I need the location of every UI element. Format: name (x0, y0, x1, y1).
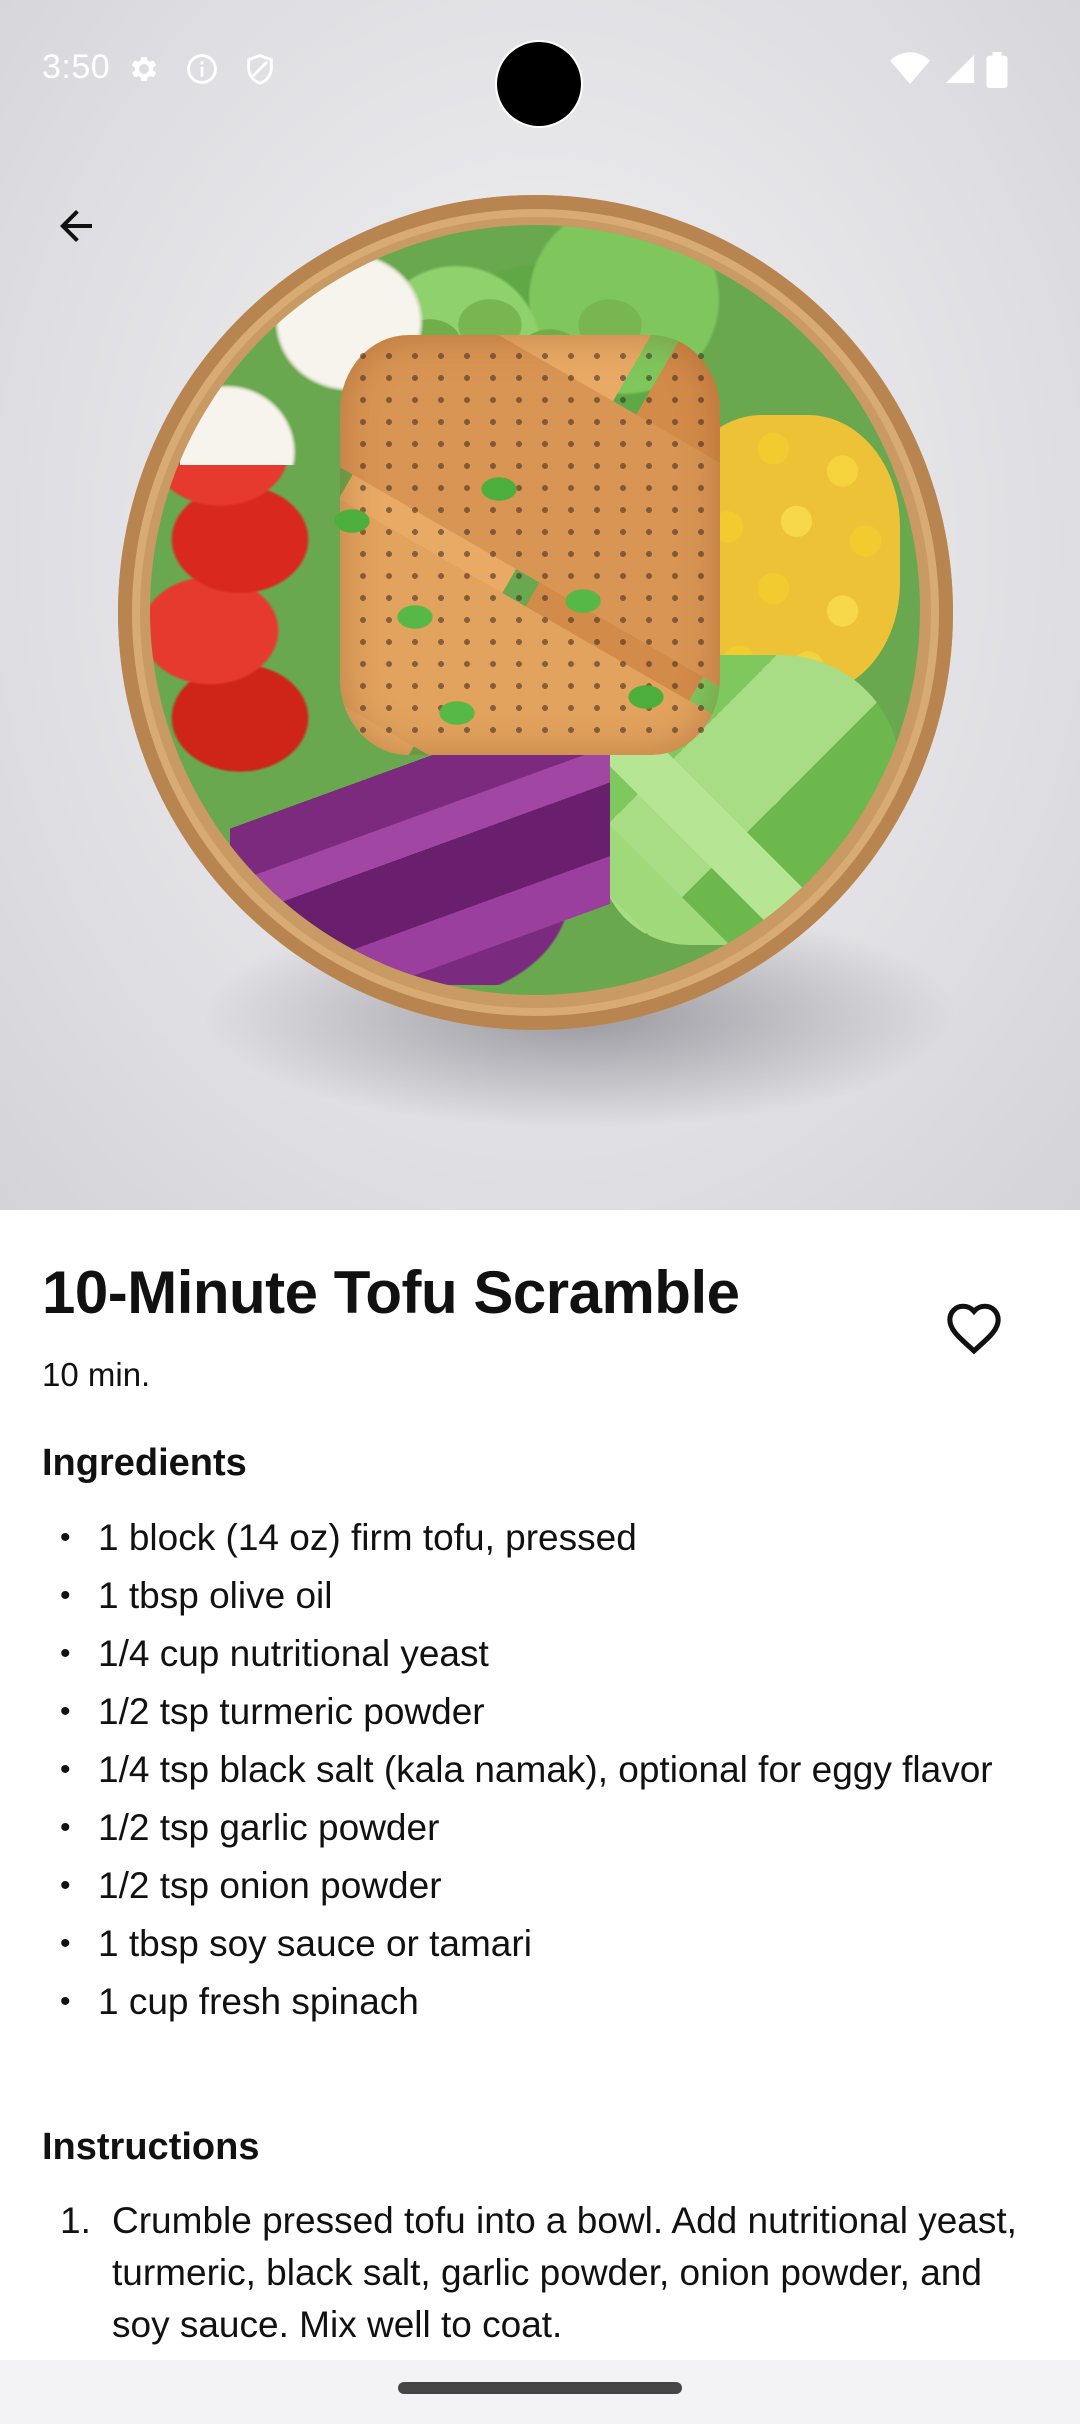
step-number: 1. (60, 2200, 91, 2241)
navigation-bar (0, 2360, 1080, 2424)
instruction-step: 1. Crumble pressed tofu into a bowl. Add… (42, 2195, 1032, 2351)
recipe-detail-screen: 3:50 10-Minute Tofu Scramble 10 min. Ing… (0, 0, 1080, 2424)
recipe-content: 10-Minute Tofu Scramble 10 min. Ingredie… (0, 1210, 1080, 2360)
back-button[interactable] (36, 186, 116, 266)
wifi-icon (890, 52, 930, 84)
status-time: 3:50 (42, 48, 111, 86)
front-camera (497, 42, 581, 126)
scallions (310, 425, 730, 745)
ingredient-item: 1/2 tsp turmeric powder (42, 1686, 1032, 1738)
recipe-title: 10-Minute Tofu Scramble (42, 1259, 740, 1326)
shield-icon (247, 54, 273, 85)
ingredient-item: 1/2 tsp onion powder (42, 1860, 1032, 1912)
arrow-back-icon (60, 210, 92, 242)
ingredient-item: 1 tbsp olive oil (42, 1570, 1032, 1622)
ingredient-item: 1 cup fresh spinach (42, 1976, 1032, 2028)
heart-outline-icon (947, 1303, 1001, 1355)
bowl-contents (150, 225, 920, 995)
step-text: Crumble pressed tofu into a bowl. Add nu… (112, 2200, 1017, 2345)
favorite-button[interactable] (936, 1290, 1012, 1366)
tofu-bowl-image (0, 0, 1080, 1210)
settings-icon (131, 56, 157, 82)
battery-icon (986, 52, 1008, 88)
status-bar: 3:50 (0, 0, 1080, 140)
red-cabbage (230, 755, 610, 985)
ingredients-list: 1 block (14 oz) firm tofu, pressed 1 tbs… (42, 1512, 1032, 2034)
instructions-heading: Instructions (42, 2126, 260, 2168)
info-icon (187, 54, 217, 84)
signal-icon (945, 54, 975, 84)
instructions-list: 1. Crumble pressed tofu into a bowl. Add… (42, 2195, 1032, 2351)
ingredient-item: 1/4 tsp black salt (kala namak), optiona… (42, 1744, 1032, 1796)
ingredient-item: 1/2 tsp garlic powder (42, 1802, 1032, 1854)
ingredient-item: 1/4 cup nutritional yeast (42, 1628, 1032, 1680)
ingredients-heading: Ingredients (42, 1442, 247, 1484)
recipe-duration: 10 min. (42, 1356, 151, 1393)
ingredient-item: 1 block (14 oz) firm tofu, pressed (42, 1512, 1032, 1564)
ingredient-item: 1 tbsp soy sauce or tamari (42, 1918, 1032, 1970)
home-indicator[interactable] (398, 2382, 682, 2394)
